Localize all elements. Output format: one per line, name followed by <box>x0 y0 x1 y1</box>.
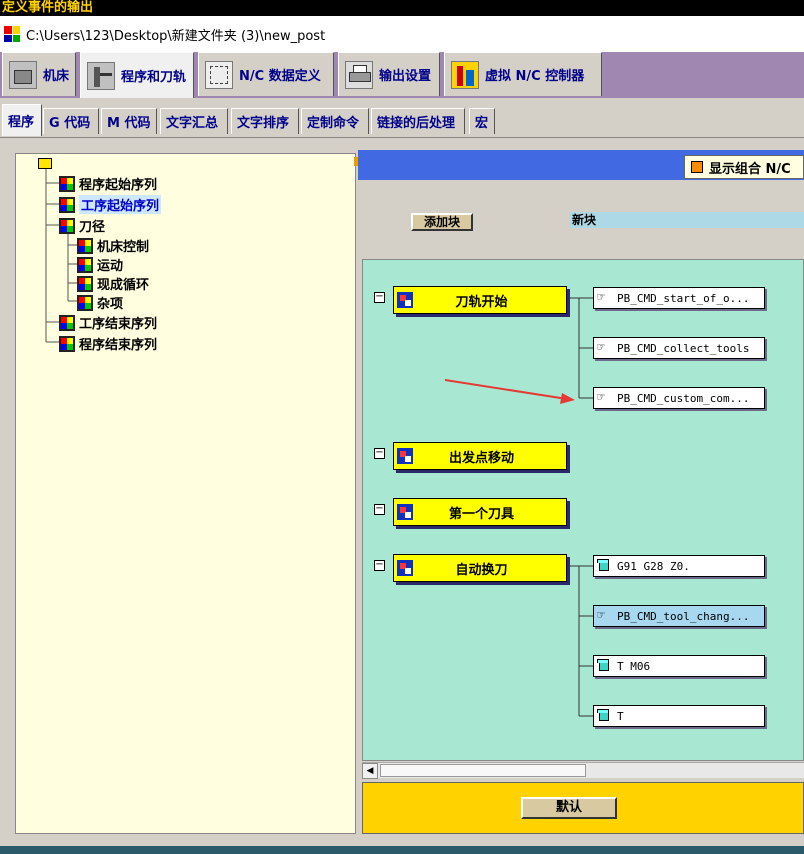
event-tree <box>15 153 356 834</box>
virtual-controller-icon <box>451 60 479 89</box>
add-block-button[interactable]: 添加块 <box>411 213 473 231</box>
subtab-linked-posts[interactable]: 链接的后处理 <box>371 108 465 134</box>
sequence-icon <box>59 335 75 352</box>
block-cube-icon <box>597 709 613 723</box>
panel-header-bar: 显示组合 N/C <box>358 150 804 180</box>
show-combined-nc-button[interactable]: 显示组合 N/C <box>684 155 804 179</box>
sequence-icon <box>59 175 75 192</box>
tree-item-toolpath[interactable]: 刀径 <box>59 216 105 235</box>
file-path: C:\Users\123\Desktop\新建文件夹 (3)\new_post <box>26 28 326 44</box>
collapse-toggle[interactable]: − <box>374 560 385 571</box>
root-folder-icon[interactable] <box>38 158 52 169</box>
event-toolpath-start[interactable]: 刀轨开始 <box>393 286 567 314</box>
command-block[interactable]: ☞ PB_CMD_tool_chang... <box>593 605 765 627</box>
main-tab-strip: 机床 程序和刀轨 N/C 数据定义 输出设置 虚拟 N/C 控制器 <box>0 52 804 98</box>
checkbox-icon <box>691 161 703 173</box>
tab-virtual-nc-controller[interactable]: 虚拟 N/C 控制器 <box>444 52 602 96</box>
subtab-program[interactable]: 程序 <box>2 104 42 136</box>
nc-block[interactable]: G91 G28 Z0. <box>593 555 765 577</box>
sequence-icon <box>59 196 75 213</box>
event-icon <box>397 448 413 464</box>
machine-tool-icon <box>9 60 37 89</box>
nc-data-icon <box>205 60 233 89</box>
sequence-icon <box>77 256 93 273</box>
sequence-icon <box>59 217 75 234</box>
collapse-toggle[interactable]: − <box>374 292 385 303</box>
hand-pointer-icon: ☞ <box>597 390 605 405</box>
sequence-icon <box>77 294 93 311</box>
tab-program-toolpath[interactable]: 程序和刀轨 <box>80 52 194 98</box>
event-icon <box>397 292 413 308</box>
event-from-move[interactable]: 出发点移动 <box>393 442 567 470</box>
event-icon <box>397 504 413 520</box>
tree-item-machine-control[interactable]: 机床控制 <box>77 236 149 255</box>
command-block[interactable]: ☞ PB_CMD_start_of_o... <box>593 287 765 309</box>
subtab-custom-command[interactable]: 定制命令 <box>301 108 369 134</box>
status-strip <box>0 846 804 854</box>
block-cube-icon <box>597 659 613 673</box>
scrollbar-thumb[interactable] <box>380 764 586 777</box>
tree-item-operation-start[interactable]: 工序起始序列 <box>59 195 162 214</box>
block-cube-icon <box>597 559 613 573</box>
horizontal-scrollbar[interactable]: ◀ <box>362 762 804 779</box>
collapse-toggle[interactable]: − <box>374 504 385 515</box>
path-bar: C:\Users\123\Desktop\新建文件夹 (3)\new_post <box>0 16 804 52</box>
hand-pointer-icon: ☞ <box>597 290 605 305</box>
subtab-g-code[interactable]: G 代码 <box>43 108 99 134</box>
hand-pointer-icon: ☞ <box>597 608 605 623</box>
window-title: 定义事件的输出 <box>0 0 804 16</box>
subtab-word-sequence[interactable]: 文字排序 <box>231 108 299 134</box>
hand-pointer-icon: ☞ <box>597 340 605 355</box>
event-first-tool[interactable]: 第一个刀具 <box>393 498 567 526</box>
annotation-arrow <box>444 379 575 404</box>
tree-item-operation-end[interactable]: 工序结束序列 <box>59 313 157 332</box>
tab-machine[interactable]: 机床 <box>2 52 76 96</box>
sequence-icon <box>59 314 75 331</box>
collapse-toggle[interactable]: − <box>374 448 385 459</box>
tree-connector-lines <box>45 168 78 343</box>
app-icon <box>4 26 20 42</box>
tree-item-motion[interactable]: 运动 <box>77 255 123 274</box>
tree-item-misc[interactable]: 杂项 <box>77 293 123 312</box>
tab-output-settings[interactable]: 输出设置 <box>338 52 440 96</box>
sequence-icon <box>77 275 93 292</box>
subtab-m-code[interactable]: M 代码 <box>101 108 157 134</box>
event-icon <box>397 560 413 576</box>
event-auto-tool-change[interactable]: 自动换刀 <box>393 554 567 582</box>
command-block[interactable]: ☞ PB_CMD_collect_tools <box>593 337 765 359</box>
sequence-icon <box>77 237 93 254</box>
nc-block[interactable]: T <box>593 705 765 727</box>
default-button[interactable]: 默认 <box>521 797 617 819</box>
tab-nc-data-definition[interactable]: N/C 数据定义 <box>198 52 334 96</box>
event-canvas: − 刀轨开始 ☞ PB_CMD_start_of_o... ☞ PB_CMD_c… <box>362 259 804 761</box>
footer-bar: 默认 <box>362 782 804 834</box>
subtab-word-summary[interactable]: 文字汇总 <box>160 108 228 134</box>
program-toolpath-icon <box>87 61 115 90</box>
nc-block[interactable]: T M06 <box>593 655 765 677</box>
subtab-macro[interactable]: 宏 <box>469 108 495 134</box>
scroll-left-icon[interactable]: ◀ <box>362 763 378 779</box>
printer-icon <box>345 60 373 89</box>
tree-item-canned-cycle[interactable]: 现成循环 <box>77 274 149 293</box>
new-block-selector[interactable]: 新块 <box>570 212 804 228</box>
command-block[interactable]: ☞ PB_CMD_custom_com... <box>593 387 765 409</box>
tree-item-program-end[interactable]: 程序结束序列 <box>59 334 157 353</box>
event-detail-panel: 显示组合 N/C 添加块 新块 − 刀轨开始 ☞ PB_CMD_start_of… <box>358 148 804 838</box>
tree-item-program-start[interactable]: 程序起始序列 <box>59 174 157 193</box>
sub-tab-strip: 程序 G 代码 M 代码 文字汇总 文字排序 定制命令 链接的后处理 宏 <box>0 98 804 138</box>
